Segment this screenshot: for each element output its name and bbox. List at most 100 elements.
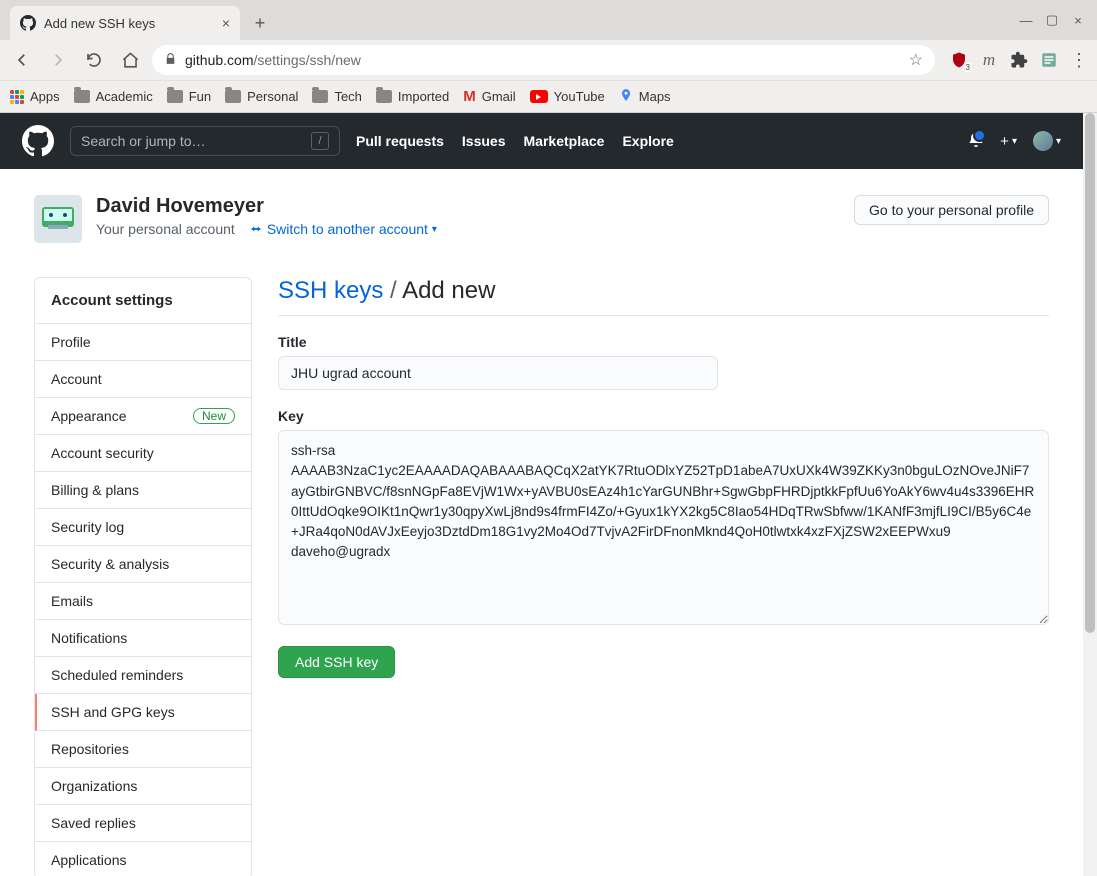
user-name: David Hovemeyer bbox=[96, 195, 437, 218]
back-icon[interactable] bbox=[8, 46, 36, 74]
github-nav: Pull requests Issues Marketplace Explore bbox=[356, 133, 674, 149]
bookmarks-bar: Apps Academic Fun Personal Tech Imported… bbox=[0, 80, 1097, 112]
tab-title: Add new SSH keys bbox=[44, 16, 155, 31]
tab-close-icon[interactable]: × bbox=[222, 15, 230, 31]
sidebar-item-security-analysis[interactable]: Security & analysis bbox=[35, 546, 251, 583]
folder-icon bbox=[312, 90, 328, 103]
bookmark-folder-imported[interactable]: Imported bbox=[376, 89, 449, 104]
apps-button[interactable]: Apps bbox=[10, 89, 60, 104]
nav-explore[interactable]: Explore bbox=[622, 133, 673, 149]
extension-misc-icon[interactable] bbox=[1039, 50, 1059, 70]
sidebar-header: Account settings bbox=[35, 278, 251, 324]
viewport: Search or jump to… / Pull requests Issue… bbox=[0, 112, 1097, 876]
bookmark-folder-fun[interactable]: Fun bbox=[167, 89, 211, 104]
browser-chrome: Add new SSH keys × + — ▢ × github.com/se… bbox=[0, 0, 1097, 112]
folder-icon bbox=[376, 90, 392, 103]
create-new-dropdown[interactable]: +▾ bbox=[1000, 133, 1017, 150]
extension-icons: 3 m ⋮ bbox=[943, 50, 1089, 70]
window-maximize-icon[interactable]: ▢ bbox=[1045, 12, 1059, 28]
new-tab-button[interactable]: + bbox=[246, 9, 274, 37]
home-icon[interactable] bbox=[116, 46, 144, 74]
sidebar-item-account[interactable]: Account bbox=[35, 361, 251, 398]
bookmark-maps[interactable]: Maps bbox=[619, 86, 671, 107]
bookmark-folder-academic[interactable]: Academic bbox=[74, 89, 153, 104]
browser-tab[interactable]: Add new SSH keys × bbox=[10, 6, 240, 40]
vertical-scrollbar[interactable] bbox=[1083, 113, 1097, 876]
chrome-menu-icon[interactable]: ⋮ bbox=[1069, 50, 1089, 70]
youtube-icon bbox=[530, 90, 548, 103]
address-bar[interactable]: github.com/settings/ssh/new ☆ bbox=[152, 45, 935, 75]
user-menu-dropdown[interactable]: ▾ bbox=[1033, 131, 1061, 151]
gmail-icon: M bbox=[463, 88, 476, 105]
apps-grid-icon bbox=[10, 90, 24, 104]
caret-down-icon: ▾ bbox=[432, 224, 437, 235]
switch-account-link[interactable]: Switch to another account ▾ bbox=[249, 221, 437, 237]
key-field: Key bbox=[278, 408, 1049, 630]
caret-down-icon: ▾ bbox=[1056, 136, 1061, 147]
folder-icon bbox=[167, 90, 183, 103]
main-columns: Account settings Profile Account Appeara… bbox=[34, 277, 1049, 876]
sidebar-item-organizations[interactable]: Organizations bbox=[35, 768, 251, 805]
bookmark-star-icon[interactable]: ☆ bbox=[909, 50, 923, 70]
lock-icon bbox=[164, 52, 177, 69]
title-input[interactable] bbox=[278, 356, 718, 390]
extension-m-icon[interactable]: m bbox=[979, 50, 999, 70]
bookmark-youtube[interactable]: YouTube bbox=[530, 89, 605, 104]
switch-icon bbox=[249, 222, 263, 236]
avatar-icon bbox=[1033, 131, 1053, 151]
bookmark-folder-tech[interactable]: Tech bbox=[312, 89, 361, 104]
search-placeholder: Search or jump to… bbox=[81, 133, 206, 149]
sidebar-item-repositories[interactable]: Repositories bbox=[35, 731, 251, 768]
folder-icon bbox=[225, 90, 241, 103]
window-minimize-icon[interactable]: — bbox=[1019, 13, 1033, 28]
sidebar-item-scheduled-reminders[interactable]: Scheduled reminders bbox=[35, 657, 251, 694]
key-label: Key bbox=[278, 408, 1049, 424]
window-controls: — ▢ × bbox=[1019, 0, 1097, 40]
bookmark-gmail[interactable]: MGmail bbox=[463, 88, 515, 105]
sidebar-item-saved-replies[interactable]: Saved replies bbox=[35, 805, 251, 842]
account-header-row: David Hovemeyer Your personal account Sw… bbox=[34, 195, 1049, 243]
bookmark-folder-personal[interactable]: Personal bbox=[225, 89, 298, 104]
sidebar-item-emails[interactable]: Emails bbox=[35, 583, 251, 620]
sidebar-item-account-security[interactable]: Account security bbox=[35, 435, 251, 472]
sidebar-item-security-log[interactable]: Security log bbox=[35, 509, 251, 546]
tab-strip: Add new SSH keys × + — ▢ × bbox=[0, 0, 1097, 40]
caret-down-icon: ▾ bbox=[1012, 136, 1017, 147]
sidebar-item-profile[interactable]: Profile bbox=[35, 324, 251, 361]
nav-issues[interactable]: Issues bbox=[462, 133, 506, 149]
ublock-icon[interactable]: 3 bbox=[949, 50, 969, 70]
key-textarea[interactable] bbox=[278, 430, 1049, 625]
url-text: github.com/settings/ssh/new bbox=[185, 52, 361, 68]
breadcrumb-current: Add new bbox=[402, 277, 495, 304]
nav-marketplace[interactable]: Marketplace bbox=[524, 133, 605, 149]
maps-pin-icon bbox=[619, 86, 633, 107]
add-ssh-key-button[interactable]: Add SSH key bbox=[278, 646, 395, 678]
window-close-icon[interactable]: × bbox=[1071, 13, 1085, 28]
github-logo-icon[interactable] bbox=[22, 125, 54, 157]
title-field: Title bbox=[278, 334, 1049, 390]
github-favicon-icon bbox=[20, 15, 36, 31]
notifications-bell-icon[interactable] bbox=[968, 131, 984, 152]
forward-icon bbox=[44, 46, 72, 74]
sidebar-item-ssh-gpg-keys[interactable]: SSH and GPG keys bbox=[35, 694, 251, 731]
account-subtitle: Your personal account bbox=[96, 221, 235, 237]
sidebar-item-notifications[interactable]: Notifications bbox=[35, 620, 251, 657]
nav-pull-requests[interactable]: Pull requests bbox=[356, 133, 444, 149]
sidebar-item-appearance[interactable]: AppearanceNew bbox=[35, 398, 251, 435]
page-title: SSH keys / Add new bbox=[278, 277, 1049, 316]
reload-icon[interactable] bbox=[80, 46, 108, 74]
github-header-right: +▾ ▾ bbox=[968, 131, 1061, 152]
title-label: Title bbox=[278, 334, 1049, 350]
breadcrumb-ssh-keys[interactable]: SSH keys bbox=[278, 277, 383, 304]
slash-key-icon: / bbox=[311, 132, 329, 150]
avatar[interactable] bbox=[34, 195, 82, 243]
account-info: David Hovemeyer Your personal account Sw… bbox=[96, 195, 437, 237]
extensions-puzzle-icon[interactable] bbox=[1009, 50, 1029, 70]
ext-badge: 3 bbox=[965, 63, 971, 72]
github-search-input[interactable]: Search or jump to… / bbox=[70, 126, 340, 156]
github-header: Search or jump to… / Pull requests Issue… bbox=[0, 113, 1083, 169]
go-to-profile-button[interactable]: Go to your personal profile bbox=[854, 195, 1049, 225]
sidebar-item-billing[interactable]: Billing & plans bbox=[35, 472, 251, 509]
sidebar-item-applications[interactable]: Applications bbox=[35, 842, 251, 876]
scrollbar-thumb[interactable] bbox=[1085, 113, 1095, 633]
